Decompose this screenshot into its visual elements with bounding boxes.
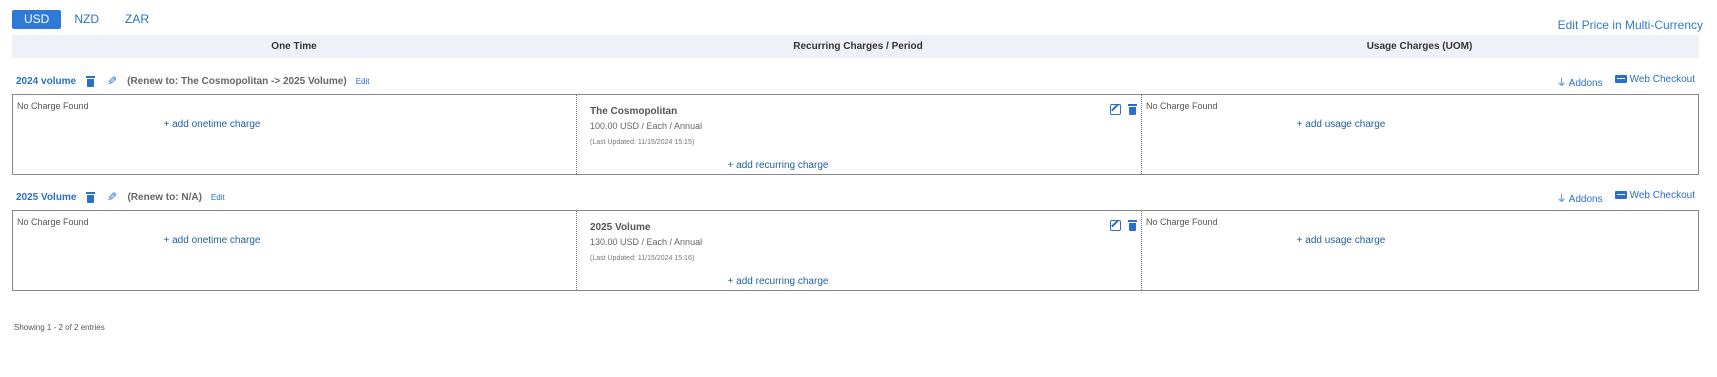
plan-actions: ⏚ Addons Web Checkout [1557,74,1695,89]
charge-last-updated: (Last Updated: 11/15/2024 15:15) [590,139,695,146]
plan-name[interactable]: 2024 volume [16,76,76,87]
web-checkout-label: Web Checkout [1629,74,1695,85]
onetime-column: No Charge Found + add onetime charge [13,95,577,174]
header-one-time: One Time [271,41,317,52]
charge-price: 130.00 USD / Each / Annual [590,237,703,247]
pencil-icon[interactable]: ✎ [107,74,117,88]
pencil-icon[interactable]: ✎ [107,190,117,204]
add-usage-charge-link[interactable]: + add usage charge [1142,235,1540,246]
edit-multi-currency-link[interactable]: Edit Price in Multi-Currency [1558,18,1703,32]
onetime-column: No Charge Found + add onetime charge [13,211,577,290]
charges-block: No Charge Found + add onetime charge 202… [12,210,1699,291]
tab-zar[interactable]: ZAR [112,10,162,29]
trash-icon[interactable] [1128,220,1137,231]
renew-info: (Renew to: The Cosmopolitan -> 2025 Volu… [127,75,347,87]
addons-label: Addons [1568,194,1603,205]
pagination-info: Showing 1 - 2 of 2 entries [14,323,105,332]
plug-icon: ⏚ [1556,194,1567,205]
trash-icon[interactable] [86,191,96,203]
currency-tabs: USD NZD ZAR [12,10,162,29]
tab-nzd[interactable]: NZD [61,10,112,29]
recurring-column: The Cosmopolitan 100.00 USD / Each / Ann… [577,95,1142,174]
recurring-column: 2025 Volume 130.00 USD / Each / Annual (… [577,211,1142,290]
plan-header-row: 2025 Volume ✎ (Renew to: N/A) Edit ⏚ Addo… [16,188,1699,206]
addons-link[interactable]: ⏚ Addons [1557,74,1603,89]
charge-price: 100.00 USD / Each / Annual [590,121,703,131]
charge-last-updated: (Last Updated: 11/15/2024 15:16) [590,255,695,262]
charge-title: 2025 Volume [590,222,651,233]
renew-info: (Renew to: N/A) [127,191,202,203]
addons-label: Addons [1568,78,1603,89]
charge-actions [1110,104,1137,115]
no-charge-text: No Charge Found [1146,217,1218,227]
usage-column: No Charge Found + add usage charge [1142,95,1698,174]
add-onetime-charge-link[interactable]: + add onetime charge [13,235,411,246]
no-charge-text: No Charge Found [1146,101,1218,111]
charge-title: The Cosmopolitan [590,106,678,117]
usage-column: No Charge Found + add usage charge [1142,211,1698,290]
addons-link[interactable]: ⏚ Addons [1557,190,1603,205]
plug-icon: ⏚ [1556,78,1567,89]
plan-name[interactable]: 2025 Volume [16,192,76,203]
trash-icon[interactable] [1128,104,1137,115]
web-checkout-link[interactable]: Web Checkout [1614,74,1695,89]
plan-header-row: 2024 volume ✎ (Renew to: The Cosmopolita… [16,72,1699,90]
trash-icon[interactable] [86,75,96,87]
plan-actions: ⏚ Addons Web Checkout [1557,190,1695,205]
add-onetime-charge-link[interactable]: + add onetime charge [13,119,411,130]
column-header: One Time Recurring Charges / Period Usag… [12,35,1699,58]
credit-card-icon [1614,191,1627,200]
tab-usd[interactable]: USD [12,10,62,29]
credit-card-icon [1614,75,1627,84]
edit-square-icon[interactable] [1110,104,1121,115]
edit-renew-link[interactable]: Edit [356,77,370,86]
no-charge-text: No Charge Found [17,101,89,111]
edit-renew-link[interactable]: Edit [211,193,225,202]
header-recurring: Recurring Charges / Period [793,41,923,52]
charge-actions [1110,220,1137,231]
web-checkout-label: Web Checkout [1629,190,1695,201]
edit-square-icon[interactable] [1110,220,1121,231]
add-recurring-charge-link[interactable]: + add recurring charge [577,276,979,287]
add-usage-charge-link[interactable]: + add usage charge [1142,119,1540,130]
header-usage: Usage Charges (UOM) [1366,41,1473,52]
add-recurring-charge-link[interactable]: + add recurring charge [577,160,979,171]
web-checkout-link[interactable]: Web Checkout [1614,190,1695,205]
charges-block: No Charge Found + add onetime charge The… [12,94,1699,175]
no-charge-text: No Charge Found [17,217,89,227]
